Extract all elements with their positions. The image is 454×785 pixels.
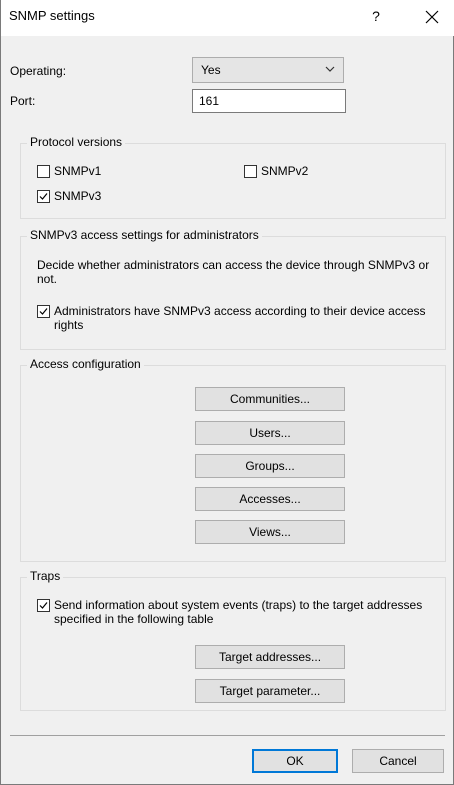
port-input[interactable]: 161 bbox=[192, 89, 346, 113]
snmpv3-checkbox[interactable]: SNMPv3 bbox=[37, 189, 101, 204]
dialog-title: SNMP settings bbox=[9, 8, 95, 23]
port-value: 161 bbox=[199, 94, 220, 108]
snmpv3-access-group: SNMPv3 access settings for administrator… bbox=[20, 228, 446, 350]
cancel-button[interactable]: Cancel bbox=[352, 749, 444, 773]
checkbox-box bbox=[37, 305, 50, 318]
accesses-button[interactable]: Accesses... bbox=[195, 487, 345, 511]
traps-checkbox[interactable]: Send information about system events (tr… bbox=[37, 598, 437, 626]
checkbox-box bbox=[37, 599, 50, 612]
footer-separator bbox=[10, 735, 445, 736]
checkmark-icon bbox=[39, 602, 48, 609]
views-button[interactable]: Views... bbox=[195, 520, 345, 544]
snmpv3-admin-access-label: Administrators have SNMPv3 access accord… bbox=[54, 304, 426, 332]
snmpv1-checkbox[interactable]: SNMPv1 bbox=[37, 164, 101, 179]
communities-button[interactable]: Communities... bbox=[195, 387, 345, 411]
snmpv1-label: SNMPv1 bbox=[54, 164, 102, 178]
snmpv3-access-description: Decide whether administrators can access… bbox=[37, 258, 430, 286]
operating-value: Yes bbox=[201, 63, 221, 77]
snmpv3-label: SNMPv3 bbox=[54, 189, 102, 203]
groups-button[interactable]: Groups... bbox=[195, 454, 345, 478]
checkbox-box bbox=[37, 190, 50, 203]
snmpv3-access-title: SNMPv3 access settings for administrator… bbox=[27, 228, 262, 242]
target-parameter-button[interactable]: Target parameter... bbox=[195, 679, 345, 703]
operating-select[interactable]: Yes bbox=[192, 57, 344, 83]
snmpv2-checkbox[interactable]: SNMPv2 bbox=[244, 164, 308, 179]
snmpv3-admin-access-checkbox[interactable]: Administrators have SNMPv3 access accord… bbox=[37, 304, 437, 332]
chevron-down-icon bbox=[325, 63, 335, 78]
port-label: Port: bbox=[10, 94, 36, 108]
help-button[interactable]: ? bbox=[361, 8, 391, 28]
checkbox-box bbox=[244, 165, 257, 178]
snmp-settings-dialog: SNMP settings ? Operating: Yes Port: 161… bbox=[0, 0, 454, 785]
ok-button[interactable]: OK bbox=[252, 749, 338, 773]
operating-label: Operating: bbox=[10, 64, 67, 78]
close-icon[interactable] bbox=[415, 4, 449, 30]
title-bar: SNMP settings ? bbox=[1, 0, 454, 36]
checkmark-icon bbox=[39, 308, 48, 315]
checkmark-icon bbox=[39, 193, 48, 200]
access-configuration-title: Access configuration bbox=[27, 357, 144, 371]
checkbox-box bbox=[37, 165, 50, 178]
traps-label: Send information about system events (tr… bbox=[54, 598, 423, 626]
snmpv2-label: SNMPv2 bbox=[261, 164, 309, 178]
protocol-versions-title: Protocol versions bbox=[27, 135, 126, 149]
users-button[interactable]: Users... bbox=[195, 421, 345, 445]
traps-title: Traps bbox=[27, 569, 64, 583]
target-addresses-button[interactable]: Target addresses... bbox=[195, 645, 345, 669]
protocol-versions-group: Protocol versions bbox=[20, 135, 446, 219]
